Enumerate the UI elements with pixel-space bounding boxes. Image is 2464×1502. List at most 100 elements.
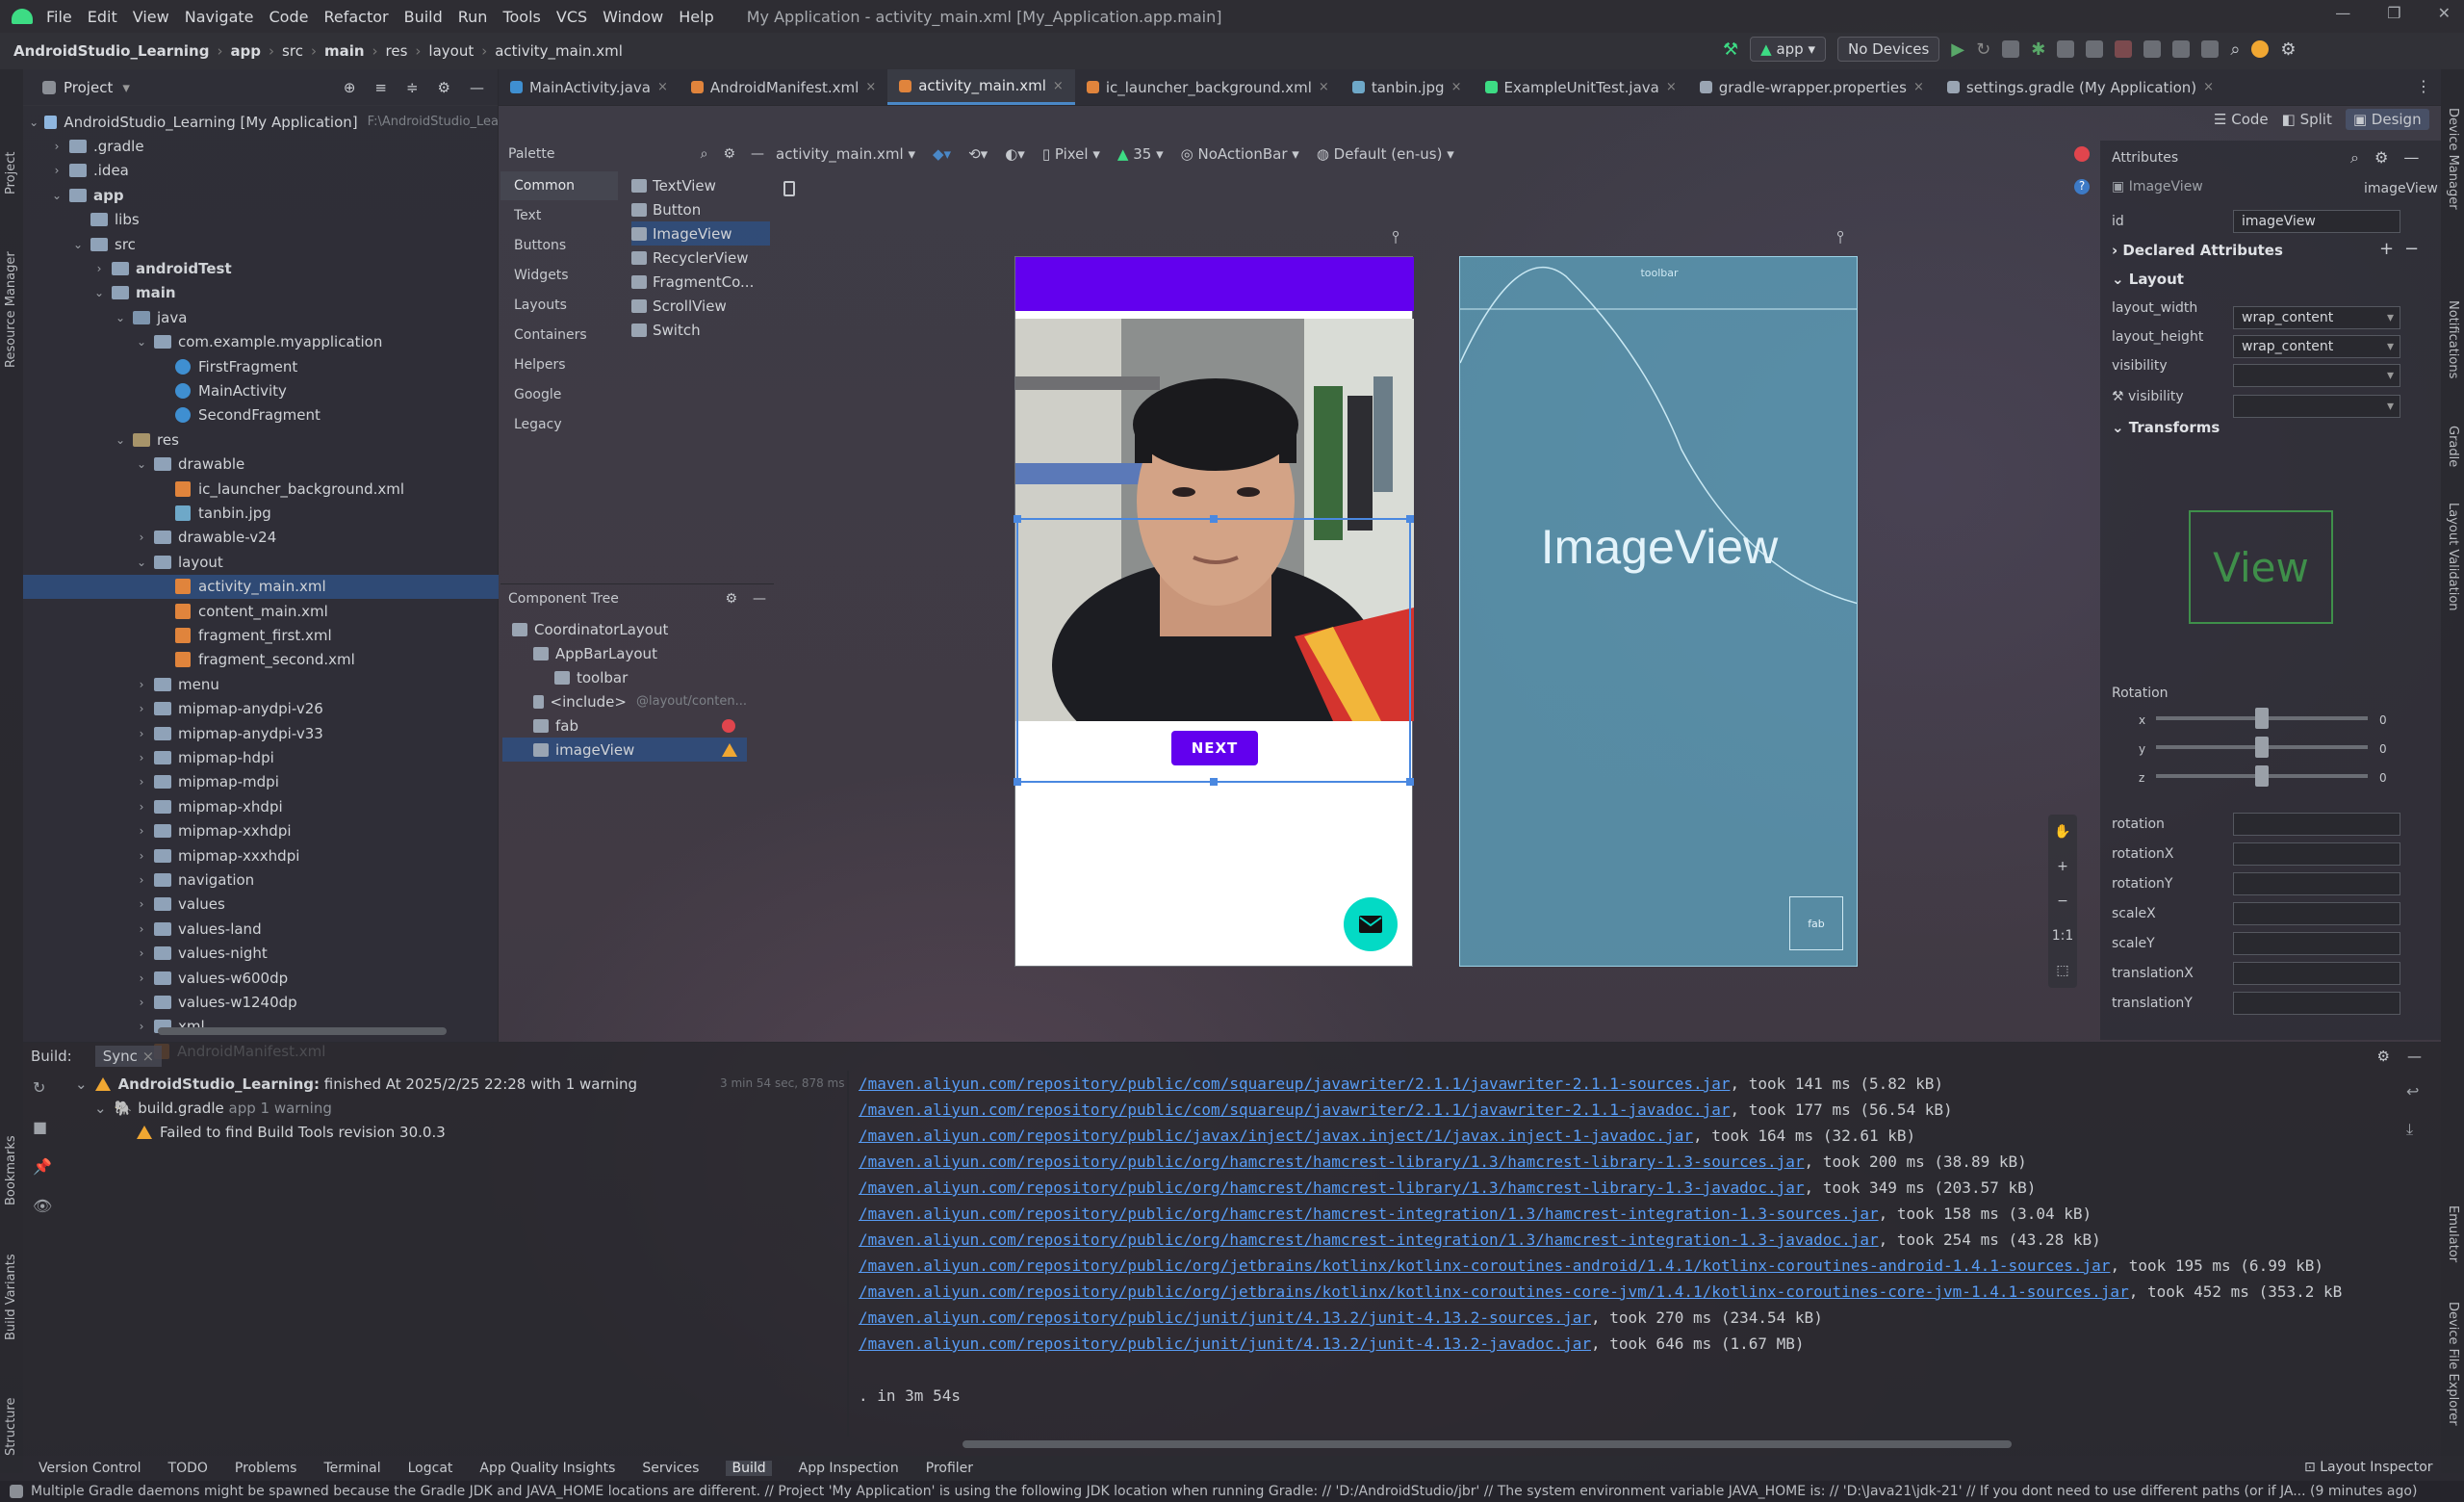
build-settings-icon[interactable]: ⚙ bbox=[2377, 1048, 2390, 1065]
app-bar[interactable] bbox=[1015, 257, 1414, 311]
layout-file-select[interactable]: activity_main.xml ▾ bbox=[776, 145, 915, 163]
project-tree-row[interactable]: ⌄ com.example.myapplication bbox=[23, 330, 499, 354]
menu-edit[interactable]: Edit bbox=[88, 8, 117, 26]
sync-tab[interactable]: Sync × bbox=[94, 1046, 163, 1067]
project-tree-row[interactable]: ⌄ app bbox=[23, 183, 499, 207]
editor-tab[interactable]: gradle-wrapper.properties × bbox=[1688, 69, 1936, 105]
night-mode-icon[interactable]: ◐▾ bbox=[1005, 145, 1025, 163]
sync-gradle-icon[interactable] bbox=[2143, 40, 2162, 58]
breadcrumb-src[interactable]: src bbox=[282, 42, 303, 60]
run-config-select[interactable]: ▲ app ▾ bbox=[1750, 37, 1827, 62]
sdk-manager-icon[interactable] bbox=[2201, 40, 2220, 58]
tool-window-profiler[interactable]: Profiler bbox=[926, 1461, 973, 1476]
menu-run[interactable]: Run bbox=[458, 8, 488, 26]
tool-window-terminal[interactable]: Terminal bbox=[323, 1461, 380, 1476]
menu-refactor[interactable]: Refactor bbox=[323, 8, 388, 26]
orientation-icon[interactable]: ⟲▾ bbox=[968, 145, 988, 163]
tab-close-icon[interactable]: × bbox=[657, 80, 668, 94]
expand-arrow-icon[interactable]: › bbox=[50, 140, 64, 153]
device-manager-icon[interactable] bbox=[2172, 40, 2191, 58]
rotation-y-knob[interactable] bbox=[2255, 737, 2269, 758]
expand-arrow-icon[interactable]: › bbox=[135, 946, 148, 960]
profile-icon[interactable] bbox=[2057, 40, 2075, 58]
design-mode-button[interactable]: ▣ Design bbox=[2345, 109, 2429, 130]
component-tree-row[interactable]: <include> @layout/conten... bbox=[502, 689, 747, 713]
add-attribute-icon[interactable]: + bbox=[2379, 239, 2394, 259]
warning-icon[interactable] bbox=[722, 742, 737, 757]
expand-arrow-icon[interactable]: › bbox=[135, 824, 148, 838]
menu-vcs[interactable]: VCS bbox=[556, 8, 587, 26]
rerun-icon[interactable]: ↻ bbox=[1976, 39, 1990, 60]
project-tree-row[interactable]: tanbin.jpg bbox=[23, 501, 499, 525]
tool-window-app-inspection[interactable]: App Inspection bbox=[799, 1461, 899, 1476]
breadcrumb-main[interactable]: main bbox=[324, 42, 365, 60]
expand-arrow-icon[interactable]: ⌄ bbox=[29, 116, 38, 129]
project-tree-row[interactable]: › values-w600dp bbox=[23, 966, 499, 990]
layout-height-dropdown[interactable]: wrap_content ▾ bbox=[2233, 335, 2400, 358]
palette-item[interactable]: TextView bbox=[631, 173, 716, 197]
menu-view[interactable]: View bbox=[133, 8, 169, 26]
options-gear-icon[interactable]: ⚙ bbox=[438, 79, 450, 96]
stop-icon[interactable] bbox=[2115, 40, 2133, 58]
tab-close-icon[interactable]: × bbox=[1319, 80, 1329, 94]
expand-arrow-icon[interactable]: ⌄ bbox=[92, 286, 106, 299]
component-tree-hide-icon[interactable]: — bbox=[753, 591, 766, 607]
expand-arrow-icon[interactable]: ⌄ bbox=[135, 457, 148, 471]
device-select[interactable]: No Devices bbox=[1837, 37, 1940, 62]
layout-inspector-button[interactable]: ⊡ Layout Inspector bbox=[2304, 1460, 2433, 1475]
device-select[interactable]: ▯ Pixel ▾ bbox=[1042, 145, 1100, 163]
id-input[interactable]: imageView bbox=[2233, 210, 2400, 233]
transforms-section[interactable]: ⌄ Transforms bbox=[2112, 416, 2220, 439]
project-tree-row[interactable]: › mipmap-xxhdpi bbox=[23, 819, 499, 843]
tool-window-app-quality-insights[interactable]: App Quality Insights bbox=[479, 1461, 615, 1476]
resource-manager-tool-button[interactable]: Resource Manager bbox=[4, 251, 18, 368]
project-tree-row[interactable]: › values bbox=[23, 893, 499, 917]
component-tree-row[interactable]: toolbar bbox=[502, 665, 747, 689]
attributes-search-icon[interactable]: ⌕ bbox=[2350, 148, 2359, 168]
attributes-hide-icon[interactable]: — bbox=[2403, 148, 2419, 168]
design-preview[interactable]: NEXT bbox=[1014, 256, 1414, 967]
palette-category[interactable]: Helpers bbox=[500, 350, 618, 379]
project-tree-row[interactable]: ⌄ layout bbox=[23, 550, 499, 574]
transform-field-input[interactable] bbox=[2233, 932, 2400, 955]
expand-arrow-icon[interactable]: › bbox=[135, 971, 148, 985]
project-tree-row[interactable]: ⌄ java bbox=[23, 305, 499, 329]
device-manager-tool-button[interactable]: Device Manager bbox=[2446, 108, 2460, 210]
restart-sync-icon[interactable]: ↻ bbox=[33, 1078, 52, 1097]
palette-item[interactable]: RecyclerView bbox=[631, 246, 749, 270]
view-filter-icon[interactable]: 👁 bbox=[33, 1197, 52, 1215]
project-tree-scrollbar[interactable] bbox=[158, 1027, 447, 1035]
palette-category[interactable]: Legacy bbox=[500, 410, 618, 439]
project-tree-row[interactable]: › mipmap-anydpi-v26 bbox=[23, 697, 499, 721]
project-tree-row[interactable]: › menu bbox=[23, 672, 499, 696]
menu-navigate[interactable]: Navigate bbox=[185, 8, 254, 26]
project-tree-row[interactable]: fragment_first.xml bbox=[23, 623, 499, 647]
palette-category[interactable]: Buttons bbox=[500, 231, 618, 260]
menu-help[interactable]: Help bbox=[679, 8, 713, 26]
visibility-dropdown[interactable]: ▾ bbox=[2233, 364, 2400, 387]
build-log-link[interactable]: /maven.aliyun.com/repository/public/java… bbox=[859, 1126, 1693, 1145]
project-tree-row[interactable]: › androidTest bbox=[23, 256, 499, 280]
status-event-icon[interactable] bbox=[10, 1485, 23, 1498]
expand-arrow-icon[interactable]: › bbox=[135, 996, 148, 1009]
attach-debugger-icon[interactable] bbox=[2086, 40, 2104, 58]
build-log-link[interactable]: /maven.aliyun.com/repository/public/juni… bbox=[859, 1334, 1591, 1353]
expand-arrow-icon[interactable]: ⌄ bbox=[135, 335, 148, 349]
update-icon[interactable] bbox=[2251, 40, 2270, 58]
project-tree-row[interactable]: libs bbox=[23, 208, 499, 232]
component-tree-row[interactable]: imageView bbox=[502, 738, 747, 762]
next-button[interactable]: NEXT bbox=[1171, 731, 1258, 765]
build-log-link[interactable]: /maven.aliyun.com/repository/public/org/… bbox=[859, 1204, 1879, 1223]
settings-gear-icon[interactable]: ⚙ bbox=[2280, 39, 2296, 60]
component-tree-settings-icon[interactable]: ⚙ bbox=[725, 591, 737, 607]
transform-field-input[interactable] bbox=[2233, 872, 2400, 895]
menu-file[interactable]: File bbox=[46, 8, 72, 26]
split-mode-button[interactable]: ◧ Split bbox=[2282, 111, 2332, 128]
blueprint-pin-icon[interactable]: ⫯ bbox=[1836, 227, 1844, 247]
project-tree-row[interactable]: › values-w1240dp bbox=[23, 990, 499, 1014]
rotation-z-knob[interactable] bbox=[2255, 765, 2269, 787]
notifications-tool-button[interactable]: Notifications bbox=[2446, 300, 2460, 378]
expand-arrow-icon[interactable]: › bbox=[135, 775, 148, 789]
tab-close-icon[interactable]: × bbox=[1451, 80, 1462, 94]
error-indicator-icon[interactable] bbox=[2074, 146, 2090, 162]
